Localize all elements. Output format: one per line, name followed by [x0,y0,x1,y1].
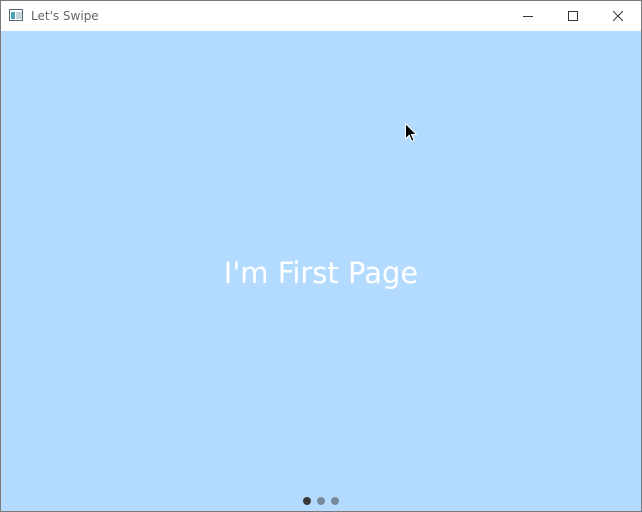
page-dot-2[interactable] [317,497,325,505]
page-indicator[interactable] [1,497,641,505]
close-icon [613,11,623,21]
minimize-button[interactable] [505,1,551,31]
app-window: Let's Swipe I'm First Page [0,0,642,512]
arrow-pointer-icon [405,123,417,142]
swipe-view[interactable]: I'm First Page [1,31,641,511]
minimize-icon [523,16,533,17]
page-label: I'm First Page [223,256,419,290]
close-button[interactable] [595,1,641,31]
page-dot-1[interactable] [303,497,311,505]
title-bar[interactable]: Let's Swipe [1,1,641,31]
maximize-button[interactable] [550,1,596,31]
app-window-icon [9,9,23,21]
page-dot-3[interactable] [331,497,339,505]
window-title: Let's Swipe [31,9,99,23]
maximize-icon [568,11,578,21]
